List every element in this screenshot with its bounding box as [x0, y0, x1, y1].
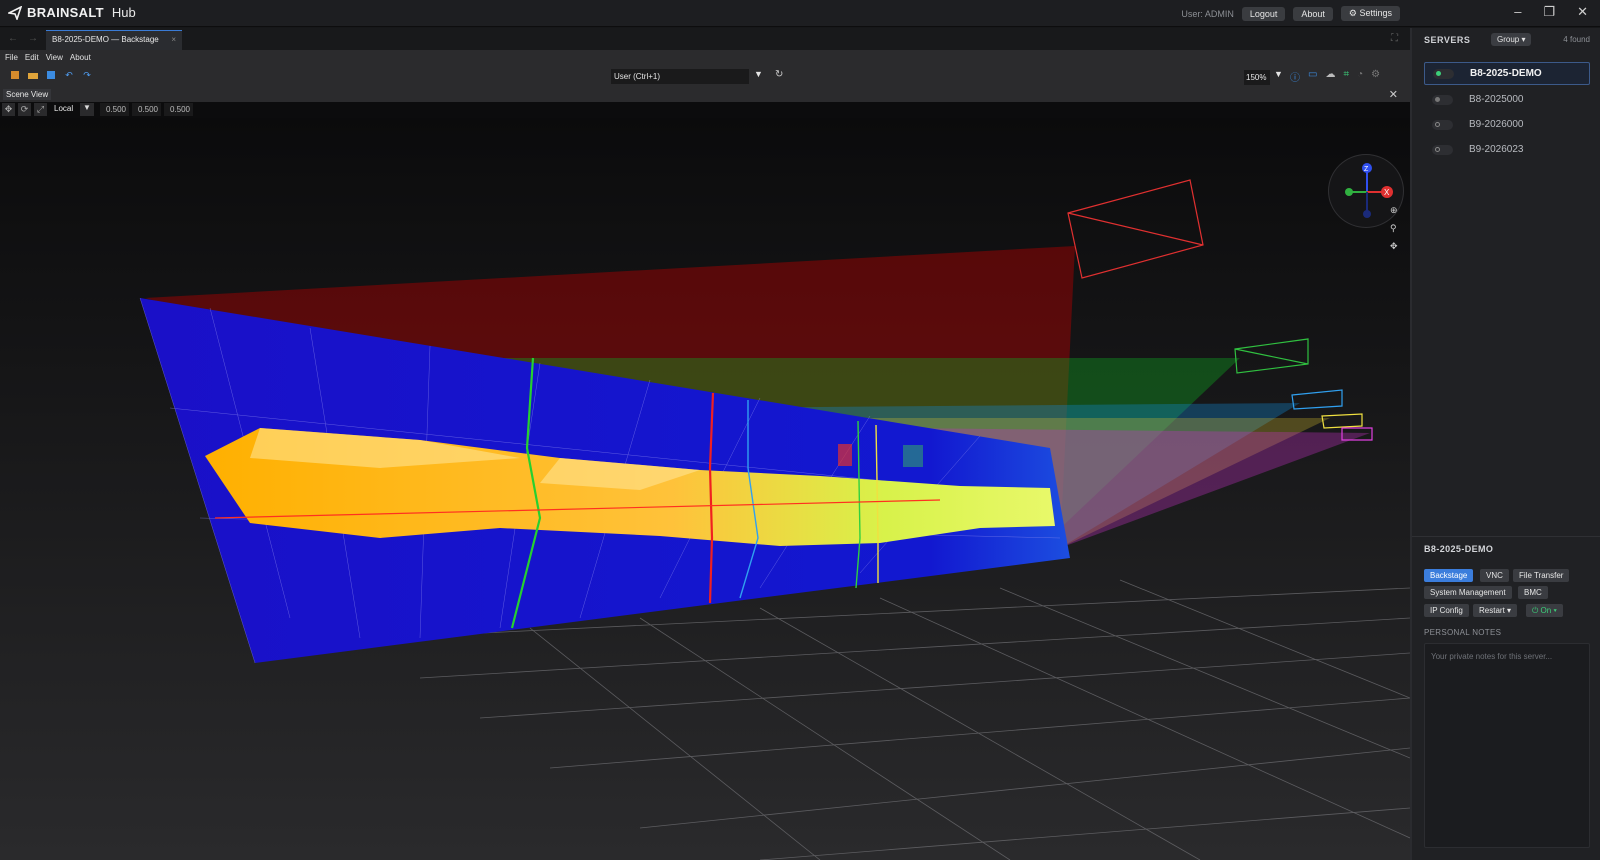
menu-edit[interactable]: Edit: [25, 53, 39, 63]
transform-y-field[interactable]: 0.500: [132, 103, 161, 116]
servers-count: 4 found: [1563, 35, 1590, 44]
tab-bar: ← → B8-2025-DEMO — Backstage × ⛶: [0, 28, 1410, 50]
camera-dropdown-icon[interactable]: ▼: [754, 69, 763, 79]
scale-tool-icon[interactable]: ⤢: [34, 103, 47, 116]
close-window-icon[interactable]: ✕: [1577, 4, 1588, 20]
settings-button[interactable]: ⚙ Settings: [1340, 6, 1400, 21]
scene-view-label: Scene View: [3, 89, 52, 100]
info-icon[interactable]: ⓘ: [1290, 69, 1300, 84]
rotate-tool-icon[interactable]: ⟳: [18, 103, 31, 116]
servers-header: SERVERS: [1424, 35, 1471, 45]
current-user: User: ADMIN: [1181, 8, 1234, 19]
camera-select[interactable]: User (Ctrl+1): [611, 69, 749, 84]
status-toggle[interactable]: [1432, 94, 1453, 105]
logout-button[interactable]: Logout: [1241, 6, 1286, 21]
server-item[interactable]: B9-2026000: [1424, 113, 1590, 136]
space-dropdown[interactable]: ▼: [80, 103, 94, 116]
transform-z-field[interactable]: 0.500: [164, 103, 193, 116]
minimize-icon[interactable]: –: [1514, 4, 1521, 20]
gizmo-y-axis[interactable]: [1345, 188, 1353, 196]
pan-icon[interactable]: ✥: [1390, 241, 1398, 252]
logo-icon: [8, 5, 22, 20]
system-management-button[interactable]: System Management: [1424, 586, 1512, 599]
status-toggle[interactable]: [1433, 68, 1454, 79]
red-marker: [838, 444, 852, 466]
chart-icon[interactable]: ◔: [1357, 69, 1363, 84]
transform-toolbar: ✥ ⟳ ⤢ Local ▼ 0.500 0.500 0.500: [0, 102, 1410, 118]
server-name: B9-2026023: [1469, 144, 1524, 155]
servers-panel: SERVERS Group ▾ 4 found B8-2025-DEMO B8-…: [1412, 28, 1600, 860]
menu-bar: File Edit View About: [0, 50, 1410, 66]
locate-icon[interactable]: ⊕: [1390, 205, 1398, 216]
scene-canvas[interactable]: [0, 118, 1410, 860]
new-file-icon[interactable]: [9, 69, 21, 81]
close-scene-icon[interactable]: ✕: [1389, 88, 1398, 101]
server-name: B8-2025-DEMO: [1470, 68, 1542, 79]
refresh-icon[interactable]: ↻: [775, 69, 783, 80]
move-tool-icon[interactable]: ✥: [2, 103, 15, 116]
cloud-icon[interactable]: ☁: [1325, 69, 1335, 84]
file-transfer-button[interactable]: File Transfer: [1513, 569, 1570, 582]
about-button[interactable]: About: [1293, 6, 1333, 21]
gizmo-x-label: X: [1384, 188, 1390, 197]
notes-label: PERSONAL NOTES: [1424, 628, 1502, 637]
forward-arrow-icon[interactable]: →: [28, 33, 38, 44]
status-toggle[interactable]: [1432, 144, 1453, 155]
app-logo: BRAINSALT Hub: [8, 5, 136, 20]
server-item[interactable]: B8-2025000: [1424, 88, 1590, 111]
server-name: B8-2025000: [1469, 94, 1524, 105]
notes-field[interactable]: Your private notes for this server...: [1424, 643, 1590, 848]
gizmo-z-label: Z: [1364, 166, 1369, 173]
restart-button[interactable]: Restart ▾: [1473, 604, 1518, 617]
app-brand: BRAINSALT: [27, 5, 104, 20]
open-folder-icon[interactable]: [27, 69, 39, 81]
bmc-button[interactable]: BMC: [1518, 586, 1548, 599]
tab-title: B8-2025-DEMO — Backstage: [52, 35, 159, 44]
fullscreen-icon[interactable]: ⛶: [1391, 33, 1398, 44]
gizmo-neg-z-axis[interactable]: [1363, 210, 1371, 218]
zoom-select[interactable]: 150%: [1244, 70, 1270, 85]
gear-icon[interactable]: ⚙: [1371, 69, 1380, 84]
menu-about[interactable]: About: [70, 53, 91, 63]
crop-icon[interactable]: ⌗: [1343, 69, 1349, 84]
ip-config-button[interactable]: IP Config: [1424, 604, 1469, 617]
server-name: B9-2026000: [1469, 119, 1524, 130]
title-bar: BRAINSALT Hub User: ADMIN Logout About ⚙…: [0, 0, 1600, 27]
backstage-button[interactable]: Backstage: [1424, 569, 1474, 582]
group-dropdown[interactable]: Group ▾: [1491, 33, 1532, 46]
server-item[interactable]: B9-2026023: [1424, 138, 1590, 161]
green-marker: [903, 445, 923, 467]
restore-icon[interactable]: ❐: [1543, 4, 1555, 20]
server-item[interactable]: B8-2025-DEMO: [1424, 62, 1590, 85]
save-icon[interactable]: [45, 69, 57, 81]
details-title: B8-2025-DEMO: [1424, 544, 1494, 554]
scene-view-header: Scene View ✕: [0, 88, 1410, 102]
menu-file[interactable]: File: [5, 53, 18, 63]
app-product: Hub: [111, 5, 136, 20]
tab-close-icon[interactable]: ×: [171, 35, 176, 46]
redo-icon[interactable]: ↷: [81, 69, 93, 81]
menu-view[interactable]: View: [46, 53, 63, 63]
back-arrow-icon[interactable]: ←: [8, 33, 18, 44]
comment-icon[interactable]: ▭: [1308, 69, 1317, 84]
zoom-icon[interactable]: ⚲: [1390, 223, 1398, 234]
tab-backstage[interactable]: B8-2025-DEMO — Backstage ×: [46, 30, 182, 50]
viewer-area: ← → B8-2025-DEMO — Backstage × ⛶ File Ed…: [0, 28, 1410, 860]
space-label: Local: [54, 104, 74, 113]
power-button[interactable]: ⏻ On ▾: [1526, 604, 1563, 617]
zoom-dropdown-icon[interactable]: ▼: [1274, 69, 1283, 79]
vnc-button[interactable]: VNC: [1480, 569, 1509, 582]
undo-icon[interactable]: ↶: [63, 69, 75, 81]
transform-x-field[interactable]: 0.500: [100, 103, 129, 116]
panel-separator: [1412, 536, 1600, 537]
status-toggle[interactable]: [1432, 119, 1453, 130]
